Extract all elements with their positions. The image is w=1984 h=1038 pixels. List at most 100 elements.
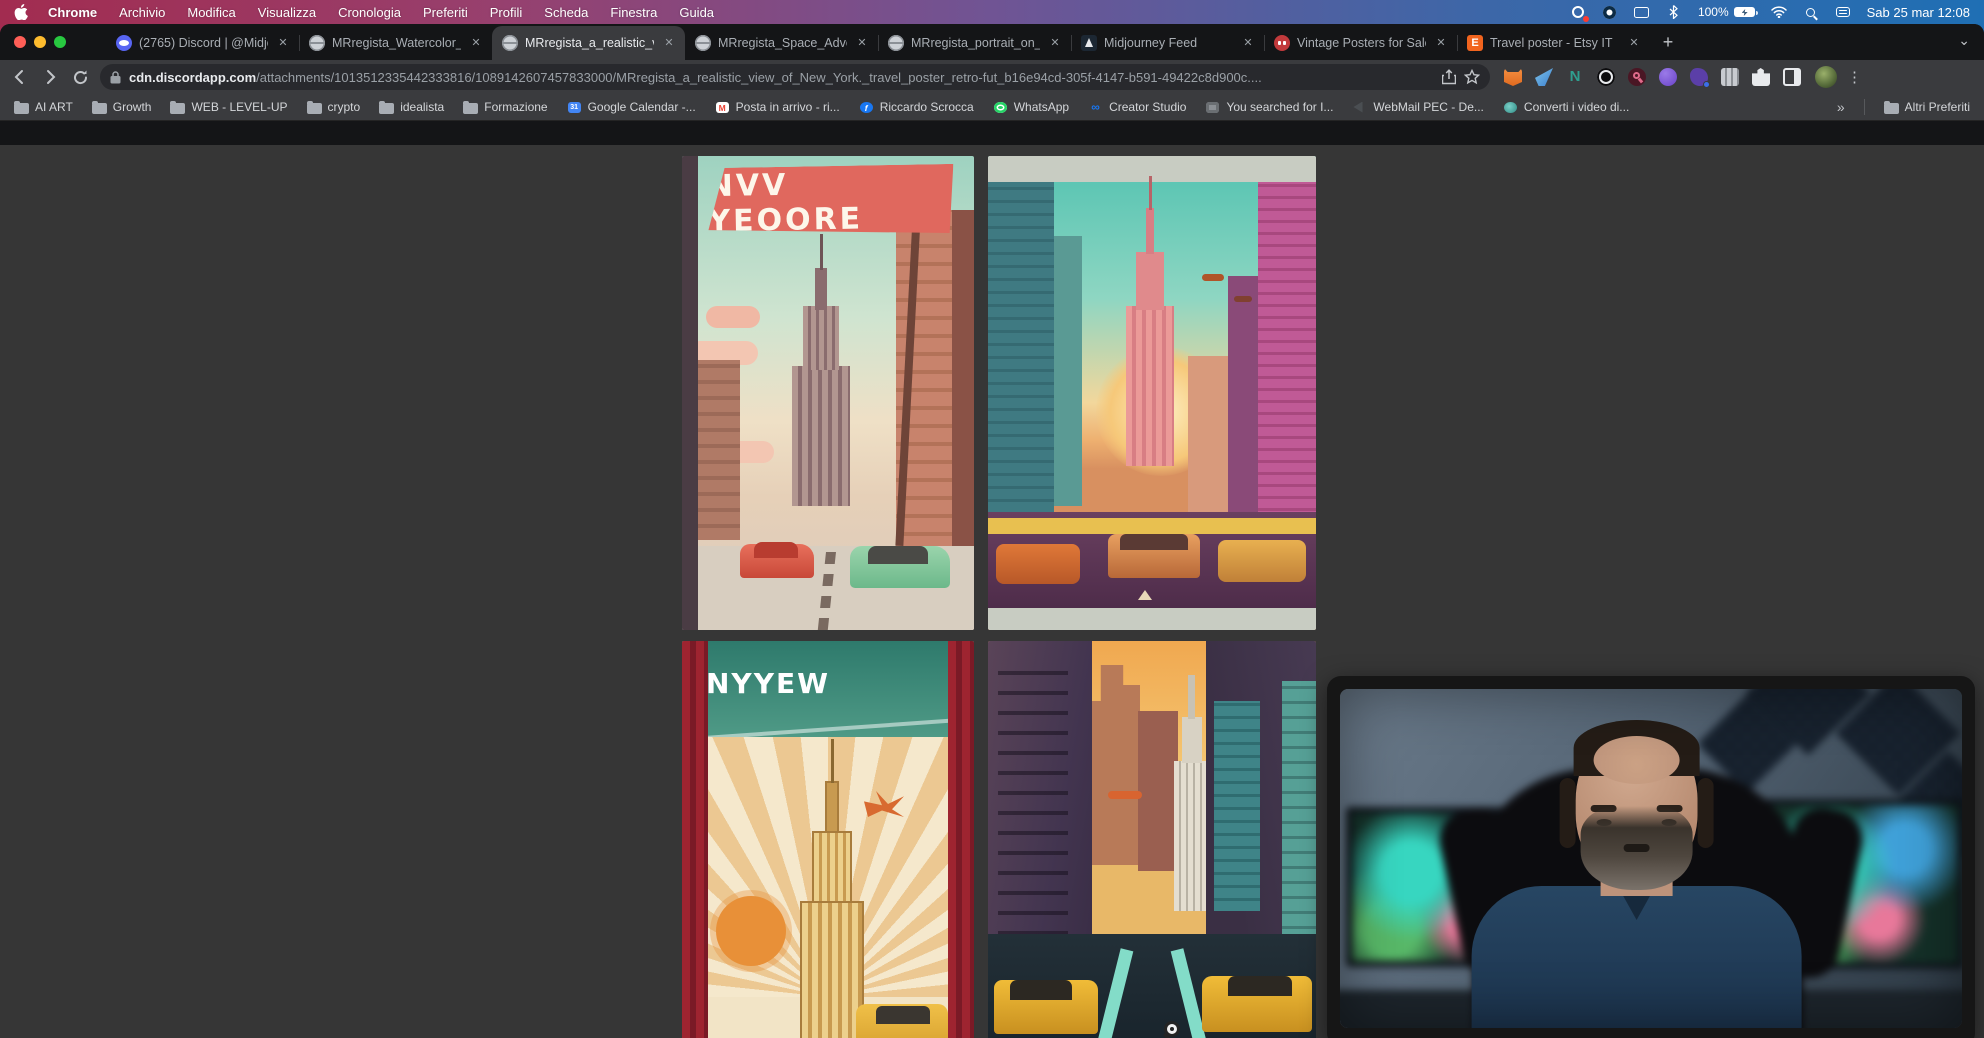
minimize-window-button[interactable]: [34, 36, 46, 48]
tab-etsy[interactable]: E Travel poster - Etsy IT ✕: [1457, 26, 1650, 60]
bookmark-facebook[interactable]: fRiccardo Scrocca: [859, 100, 974, 114]
display-icon[interactable]: [1634, 4, 1650, 20]
fox-extension-icon[interactable]: [1504, 68, 1522, 86]
tab-vintage-posters[interactable]: Vintage Posters for Sale | ✕: [1264, 26, 1457, 60]
profile-avatar[interactable]: [1815, 66, 1837, 88]
close-tab-icon[interactable]: ✕: [1047, 35, 1063, 51]
poster-top-right[interactable]: [988, 156, 1316, 630]
empire-state-building: [1126, 306, 1174, 466]
poster-top-left[interactable]: NVV YEOORE: [682, 156, 974, 630]
menu-item-preferiti[interactable]: Preferiti: [423, 5, 468, 20]
close-tab-icon[interactable]: ✕: [468, 35, 484, 51]
menu-item-finestra[interactable]: Finestra: [610, 5, 657, 20]
wifi-icon[interactable]: [1771, 4, 1787, 20]
menu-item-cronologia[interactable]: Cronologia: [338, 5, 401, 20]
menu-item-visualizza[interactable]: Visualizza: [258, 5, 316, 20]
key-extension-icon[interactable]: [1628, 68, 1646, 86]
apple-icon[interactable]: [14, 4, 28, 20]
left-car: [996, 544, 1080, 584]
url-text[interactable]: cdn.discordapp.com/attachments/101351233…: [129, 70, 1434, 85]
purple-blob-extension-icon[interactable]: [1690, 68, 1708, 86]
tab-midjourney-feed[interactable]: Midjourney Feed ✕: [1071, 26, 1264, 60]
bookmark-converti-video[interactable]: Converti i video di...: [1503, 100, 1629, 114]
reload-button[interactable]: [70, 67, 90, 87]
n-extension-icon[interactable]: N: [1566, 68, 1584, 86]
badge: [1703, 81, 1710, 88]
battery-status[interactable]: 100%: [1698, 5, 1755, 19]
teal-glass-building: [1214, 701, 1260, 911]
menu-item-scheda[interactable]: Scheda: [544, 5, 588, 20]
bookmark-webmail-pec[interactable]: WebMail PEC - De...: [1352, 100, 1483, 114]
zoom-window-button[interactable]: [54, 36, 66, 48]
close-tab-icon[interactable]: ✕: [1626, 35, 1642, 51]
bookmark-label: WebMail PEC - De...: [1373, 100, 1483, 114]
folder-icon: [92, 101, 107, 114]
menu-item-profili[interactable]: Profili: [490, 5, 523, 20]
tab-watercolor[interactable]: MRregista_Watercolor_Pa ✕: [299, 26, 492, 60]
forward-button[interactable]: [40, 67, 60, 87]
bluetooth-icon[interactable]: [1666, 4, 1682, 20]
spotlight-search-icon[interactable]: [1803, 4, 1819, 20]
tab-search-chevron-icon[interactable]: ⌄: [1958, 32, 1970, 49]
other-bookmarks-folder[interactable]: Altri Preferiti: [1884, 100, 1970, 114]
close-tab-icon[interactable]: ✕: [1240, 35, 1256, 51]
poster-bottom-right[interactable]: [988, 641, 1316, 1038]
bookmark-crypto[interactable]: crypto: [307, 100, 361, 114]
bookmark-label: Posta in arrivo - ri...: [736, 100, 840, 114]
empire-state-building: [1174, 761, 1210, 911]
new-tab-button[interactable]: +: [1654, 29, 1682, 57]
feather-extension-icon[interactable]: [1535, 68, 1553, 86]
grid-extension-icon[interactable]: [1721, 68, 1739, 86]
right-building-magenta: [1258, 182, 1316, 532]
bookmark-gmail[interactable]: MPosta in arrivo - ri...: [715, 100, 840, 114]
chrome-menu-icon[interactable]: ⋮: [1847, 68, 1859, 86]
bookmark-label: Converti i video di...: [1524, 100, 1629, 114]
menu-item-guida[interactable]: Guida: [679, 5, 714, 20]
folder-icon: [307, 101, 322, 114]
side-panel-icon[interactable]: [1783, 68, 1801, 86]
bookmark-ai-art[interactable]: AI ART: [14, 100, 73, 114]
close-tab-icon[interactable]: ✕: [1433, 35, 1449, 51]
tab-portrait[interactable]: MRregista_portrait_on_a_ ✕: [878, 26, 1071, 60]
share-icon[interactable]: [1442, 69, 1456, 85]
tab-space-adventure[interactable]: MRregista_Space_Advent ✕: [685, 26, 878, 60]
tab-label: (2765) Discord | @Midjou: [139, 36, 268, 50]
close-tab-icon[interactable]: ✕: [275, 35, 291, 51]
status-app-icon[interactable]: [1602, 4, 1618, 20]
close-tab-icon[interactable]: ✕: [661, 35, 677, 51]
midjourney-image-grid[interactable]: NVV YEOORE: [682, 156, 1316, 1038]
bookmark-growth[interactable]: Growth: [92, 100, 152, 114]
building-tier: [1136, 252, 1164, 310]
sunlit-road-band: [988, 518, 1316, 534]
extensions-puzzle-icon[interactable]: [1752, 68, 1770, 86]
bookmark-web-level-up[interactable]: WEB - LEVEL-UP: [170, 100, 287, 114]
dark-circle-extension-icon[interactable]: [1597, 68, 1615, 86]
bookmark-star-icon[interactable]: [1464, 69, 1480, 85]
tab-discord[interactable]: (2765) Discord | @Midjou ✕: [106, 26, 299, 60]
poster-bottom-left[interactable]: NYYEW: [682, 641, 974, 1038]
webcam-overlay[interactable]: [1327, 676, 1975, 1038]
menu-item-archivio[interactable]: Archivio: [119, 5, 165, 20]
bookmark-creator-studio[interactable]: ∞Creator Studio: [1088, 100, 1186, 114]
bookmarks-overflow-chevron[interactable]: »: [1837, 99, 1845, 115]
menu-item-modifica[interactable]: Modifica: [187, 5, 235, 20]
menu-bar-clock[interactable]: Sab 25 mar 12:08: [1867, 5, 1970, 20]
bookmark-whatsapp[interactable]: WhatsApp: [993, 100, 1069, 114]
close-window-button[interactable]: [14, 36, 26, 48]
meta-icon: ∞: [1088, 101, 1103, 114]
tab-realistic-view-active[interactable]: MRregista_a_realistic_vie ✕: [492, 26, 685, 60]
poster-banner-text: NVV YEOORE: [707, 165, 954, 239]
screen-recording-icon[interactable]: [1570, 4, 1586, 20]
bookmark-idealista[interactable]: idealista: [379, 100, 444, 114]
bookmark-you-searched[interactable]: You searched for I...: [1205, 100, 1333, 114]
building-tier: [812, 831, 852, 903]
bookmark-label: Riccardo Scrocca: [880, 100, 974, 114]
bookmark-formazione[interactable]: Formazione: [463, 100, 547, 114]
menu-item-chrome[interactable]: Chrome: [48, 5, 97, 20]
address-bar[interactable]: cdn.discordapp.com/attachments/101351233…: [100, 64, 1490, 90]
close-tab-icon[interactable]: ✕: [854, 35, 870, 51]
back-button[interactable]: [10, 67, 30, 87]
control-center-icon[interactable]: [1835, 4, 1851, 20]
purple-circle-extension-icon[interactable]: [1659, 68, 1677, 86]
bookmark-google-calendar[interactable]: 31Google Calendar -...: [567, 100, 696, 114]
